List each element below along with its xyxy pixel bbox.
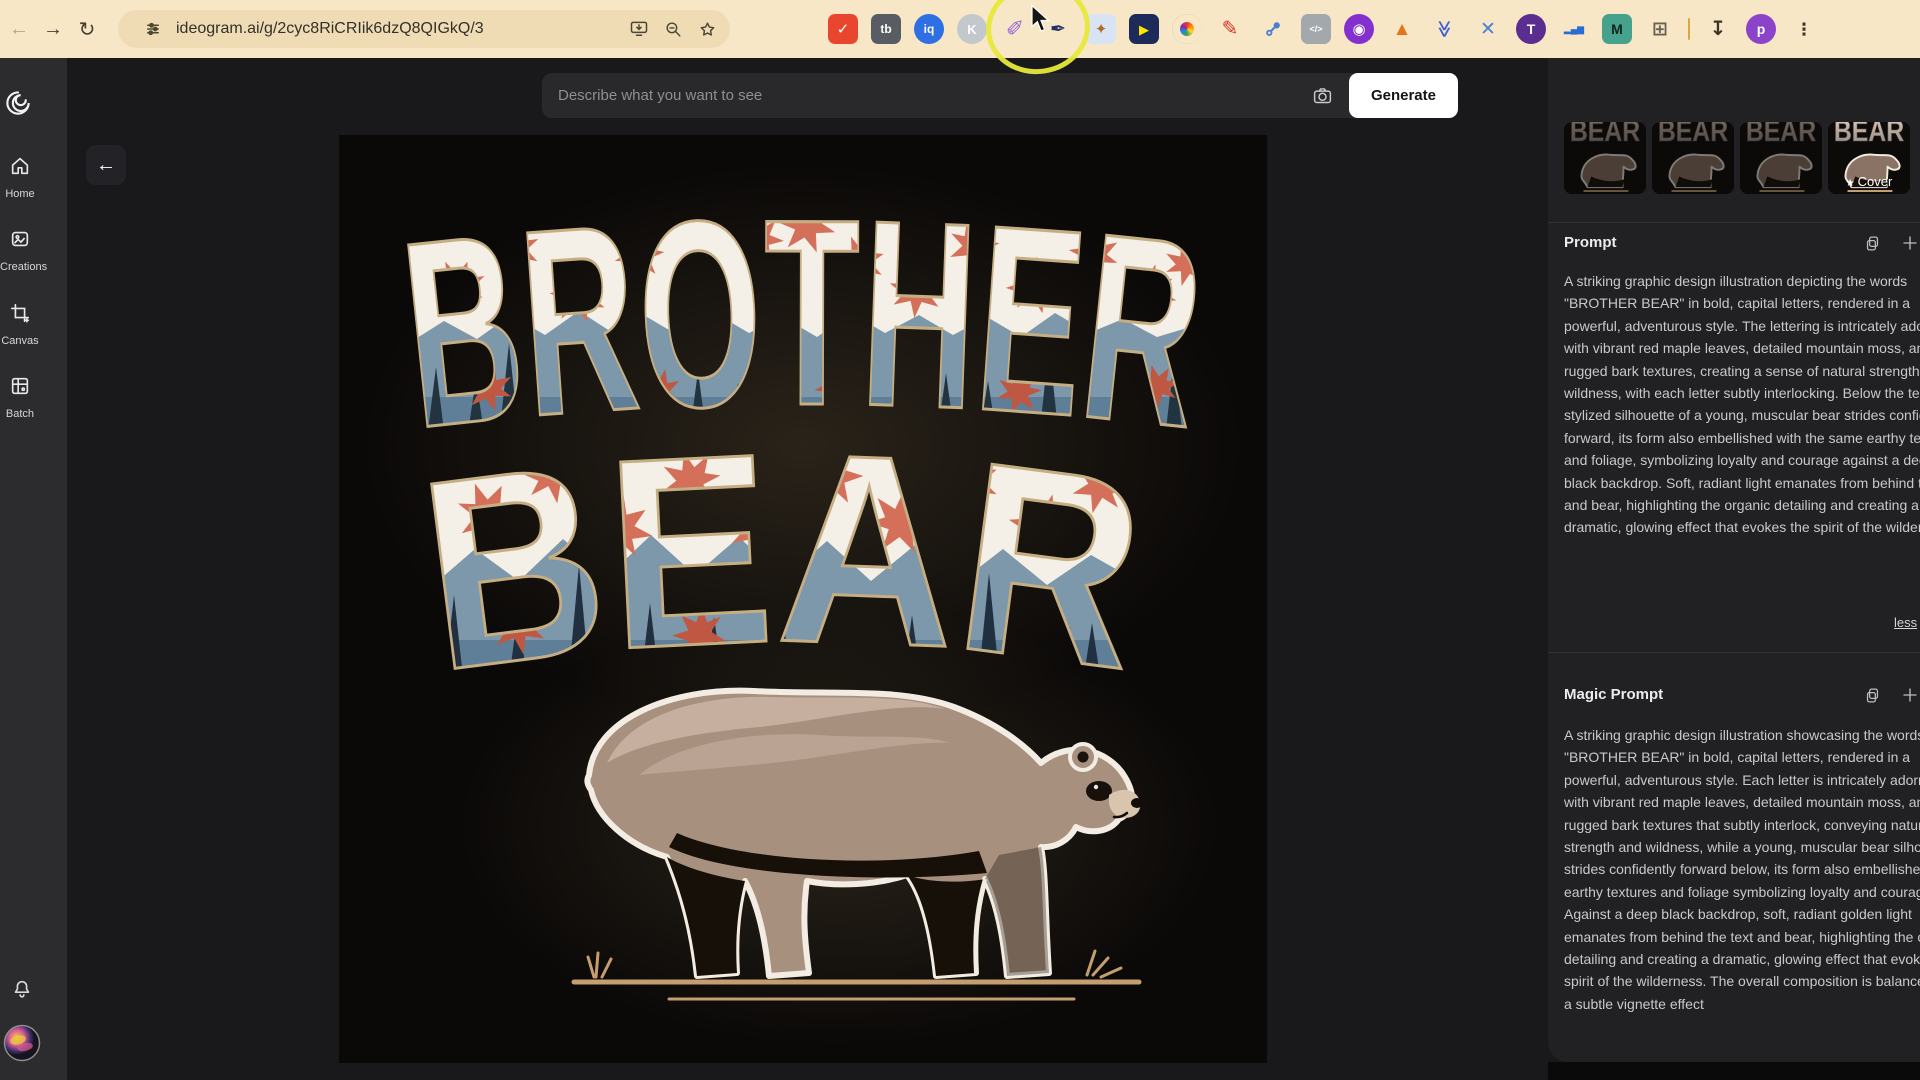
bookmark-star-icon[interactable]	[694, 16, 720, 42]
ext-code-icon[interactable]: </>	[1301, 14, 1331, 44]
extensions-row: ✓tbiqK✐✒✦▶✎⊶</>◉▲≫✕T▂▄▆M⊞↧p⋮	[828, 14, 1819, 44]
home-icon	[9, 164, 31, 181]
notifications-bell[interactable]	[2, 978, 42, 1005]
sidebar-item-batch[interactable]: Batch	[0, 375, 40, 420]
browser-forward-icon[interactable]: →	[36, 12, 70, 46]
mouse-cursor	[1030, 4, 1052, 39]
ideogram-logo[interactable]	[0, 88, 38, 123]
sidebar-item-home[interactable]: Home	[0, 155, 40, 200]
ext-purple-pen-icon[interactable]: ✐	[1000, 14, 1030, 44]
ext-blue-cross-icon[interactable]: ✕	[1473, 14, 1503, 44]
thumbnail-2[interactable]	[1652, 122, 1734, 194]
address-bar[interactable]: ideogram.ai/g/2cyc8RiCRIik6dzQ8QIGkQ/3	[118, 10, 730, 48]
ext-chevrons-icon[interactable]: ≫	[1430, 14, 1460, 44]
ext-red-pencil-icon[interactable]: ✎	[1215, 14, 1245, 44]
panel-footer-gap	[1548, 1062, 1920, 1080]
camera-icon[interactable]	[1305, 78, 1341, 114]
cover-star-icon: ★	[1846, 178, 1855, 189]
prompt-bar: Generate	[542, 73, 1458, 118]
creations-icon	[9, 237, 31, 254]
batch-icon	[9, 384, 31, 401]
svg-text:BEAR: BEAR	[408, 397, 1157, 728]
thumbnail-1[interactable]	[1564, 122, 1646, 194]
ext-link-icon[interactable]: ⊶	[1252, 8, 1294, 50]
sidebar-item-creations[interactable]: Creations	[0, 228, 40, 273]
ext-puzzle-icon[interactable]: ⊞	[1645, 14, 1675, 44]
ext-divider-icon[interactable]	[1688, 18, 1690, 40]
generated-image[interactable]: BROTHER BEAR	[339, 135, 1267, 1063]
ext-menu-icon[interactable]: ⋮	[1789, 14, 1819, 44]
canvas-icon	[9, 311, 31, 328]
ext-metamask-icon[interactable]: ▲	[1387, 14, 1417, 44]
zoom-out-icon[interactable]	[660, 16, 686, 42]
sidebar: Home Creations Canvas Batch	[0, 58, 67, 1080]
sidebar-item-label: Batch	[0, 408, 40, 420]
ext-m-icon[interactable]: M	[1602, 14, 1632, 44]
send-to-device-icon[interactable]	[626, 16, 652, 42]
ext-k-icon[interactable]: K	[957, 14, 987, 44]
ext-iq-icon[interactable]: iq	[914, 14, 944, 44]
ext-image-fist-icon[interactable]: ✦	[1086, 14, 1116, 44]
site-info-icon[interactable]	[140, 16, 166, 42]
sidebar-item-canvas[interactable]: Canvas	[0, 302, 40, 347]
copy-magic-prompt-icon[interactable]	[1864, 686, 1881, 710]
browser-back-icon[interactable]: ←	[2, 12, 36, 46]
ext-bars-icon[interactable]: ▂▄▆	[1559, 14, 1589, 44]
sidebar-item-label: Home	[0, 188, 40, 200]
back-button[interactable]: ←	[86, 145, 126, 185]
prompt-section-header: Prompt	[1564, 234, 1920, 252]
browser-reload-icon[interactable]: ↻	[70, 12, 104, 46]
magic-prompt-body-text: A striking graphic design illustration s…	[1564, 724, 1920, 1015]
url-text: ideogram.ai/g/2cyc8RiCRIik6dzQ8QIGkQ/3	[176, 20, 618, 38]
browser-toolbar: ← → ↻ ideogram.ai/g/2cyc8RiCRIik6dzQ8QIG…	[0, 0, 1920, 58]
less-link[interactable]: less	[1894, 615, 1917, 630]
sidebar-item-label: Creations	[0, 261, 40, 273]
variant-thumbnails: ★Cover	[1564, 122, 1920, 194]
ext-t-icon[interactable]: T	[1516, 14, 1546, 44]
magic-prompt-title: Magic Prompt	[1564, 686, 1663, 703]
ext-play-icon[interactable]: ▶	[1129, 14, 1159, 44]
ext-eye-icon[interactable]: ◉	[1344, 14, 1374, 44]
cover-badge: ★Cover	[1828, 174, 1910, 189]
ext-todoist-icon[interactable]: ✓	[828, 14, 858, 44]
generate-button[interactable]: Generate	[1349, 73, 1458, 118]
thumbnail-3[interactable]	[1740, 122, 1822, 194]
thumbnail-4-selected[interactable]: ★Cover	[1828, 122, 1910, 194]
prompt-input[interactable]	[542, 87, 1305, 104]
user-avatar[interactable]	[2, 1024, 42, 1067]
prompt-body-text: A striking graphic design illustration d…	[1564, 270, 1920, 539]
ext-color-wheel-icon[interactable]	[1172, 14, 1202, 44]
magic-prompt-section-header: Magic Prompt	[1564, 686, 1920, 704]
add-prompt-icon[interactable]	[1901, 234, 1919, 258]
add-magic-prompt-icon[interactable]	[1901, 686, 1919, 710]
details-panel: BEAR ★Cover Prompt	[1548, 58, 1920, 1062]
sidebar-item-label: Canvas	[0, 335, 40, 347]
ext-tb-icon[interactable]: tb	[871, 14, 901, 44]
prompt-title: Prompt	[1564, 234, 1617, 251]
copy-prompt-icon[interactable]	[1864, 234, 1881, 258]
ext-profile-icon[interactable]: p	[1746, 14, 1776, 44]
ext-download-icon[interactable]: ↧	[1703, 14, 1733, 44]
bell-icon	[11, 987, 33, 1004]
